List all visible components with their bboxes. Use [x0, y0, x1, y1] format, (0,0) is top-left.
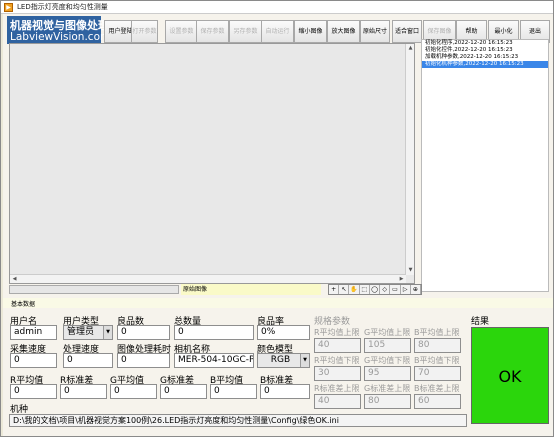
yield-value: 0% — [257, 325, 310, 340]
image-display[interactable]: ▲ ▼ ◀ ▶ — [9, 43, 415, 284]
app-icon: ▶ — [4, 3, 13, 12]
crosshair-tool-icon[interactable]: + — [329, 285, 340, 294]
spec-label: R平均值上限 — [314, 328, 360, 337]
main-panel: 机器视觉与图像处理 LabviewVision.com 用户登陆 打开参数 设置… — [3, 14, 553, 436]
color-model-select[interactable]: RGB ▼ — [257, 353, 310, 368]
spec-value[interactable]: 40 — [314, 338, 361, 353]
g-std-value: 0 — [160, 384, 207, 399]
scroll-right-icon[interactable]: ▶ — [397, 275, 406, 284]
user-type-select[interactable]: 管理员 ▼ — [63, 325, 113, 340]
result-title: 结果 — [471, 317, 490, 327]
log-item[interactable]: 初始化控件,2022-12-20 16:15:23 — [422, 47, 548, 54]
fit-window-button[interactable]: 适合窗口 — [392, 20, 422, 43]
g-mean-value: 0 — [110, 384, 157, 399]
spec-label: B平均值上限 — [414, 328, 460, 337]
spec-value[interactable]: 40 — [314, 394, 361, 409]
image-tag: 原始图像 — [181, 284, 321, 295]
oval-tool-icon[interactable]: ◯ — [370, 285, 381, 294]
chevron-down-icon[interactable]: ▼ — [103, 326, 112, 339]
scroll-down-icon[interactable]: ▼ — [406, 266, 415, 275]
logo-site: LabviewVision.com — [10, 31, 111, 43]
machine-path: D:\我的文档\项目\机器视觉方案100例\26.LED指示灯亮度和均匀性测量\… — [9, 414, 467, 427]
zoom-out-button[interactable]: 缩小图像 — [294, 20, 327, 43]
spec-value[interactable]: 70 — [414, 366, 461, 381]
scroll-up-icon[interactable]: ▲ — [406, 44, 415, 53]
original-size-button[interactable]: 原始尺寸 — [360, 20, 390, 43]
pointer-tool-icon[interactable]: ↖ — [339, 285, 350, 294]
b-std-value: 0 — [260, 384, 310, 399]
scroll-left-icon[interactable]: ◀ — [10, 275, 19, 284]
window-title: LED指示灯亮度和均匀性测量 — [17, 3, 108, 11]
spec-value[interactable]: 80 — [364, 394, 411, 409]
logo: 机器视觉与图像处理 LabviewVision.com — [7, 16, 110, 44]
spec-value[interactable]: 60 — [414, 394, 461, 409]
open-params-button[interactable]: 打开参数 — [131, 20, 158, 43]
rectangle-tool-icon[interactable]: ⬚ — [360, 285, 370, 294]
user-type-value: 管理员 — [67, 327, 95, 337]
log-item-selected[interactable]: 初始化机种参数,2022-12-20 16:15:23 — [422, 61, 548, 68]
b-mean-value: 0 — [210, 384, 257, 399]
capture-speed-value: 0 — [10, 353, 57, 368]
spec-label: G平均值下限 — [364, 356, 411, 365]
spec-label: B标准差上限 — [414, 384, 460, 393]
spec-value[interactable]: 95 — [364, 366, 411, 381]
auto-run-button[interactable]: 自动运行 — [261, 20, 294, 43]
section-bar: 基本数据 — [3, 298, 553, 308]
user-name-value: admin — [10, 325, 57, 340]
r-mean-value: 0 — [10, 384, 57, 399]
spec-label: G标准差上限 — [364, 384, 411, 393]
arrow-tool-icon[interactable]: ▷ — [401, 285, 411, 294]
spec-label: B平均值下限 — [414, 356, 460, 365]
spec-label: R标准差上限 — [314, 384, 360, 393]
process-speed-value: 0 — [63, 353, 113, 368]
r-std-value: 0 — [60, 384, 107, 399]
polygon-tool-icon[interactable]: ◇ — [380, 285, 391, 294]
image-tools: + ↖ ✋ ⬚ ◯ ◇ ▭ ▷ ⊕ — [328, 284, 422, 295]
log-list[interactable]: 初始化程序,2022-12-20 16:15:23 初始化控件,2022-12-… — [421, 39, 549, 292]
horizontal-scrollbar[interactable]: ◀ ▶ — [10, 274, 406, 283]
title-bar: ▶ LED指示灯亮度和均匀性测量 — [1, 1, 553, 14]
log-item[interactable]: 初始化程序,2022-12-20 16:15:23 — [422, 40, 548, 47]
app-window: ▶ LED指示灯亮度和均匀性测量 机器视觉与图像处理 LabviewVision… — [0, 0, 554, 437]
log-item[interactable]: 加载机种参数,2022-12-20 16:15:23 — [422, 54, 548, 61]
process-time-value: 0 — [117, 353, 170, 368]
spec-label: R平均值下限 — [314, 356, 360, 365]
vertical-scrollbar[interactable]: ▲ ▼ — [405, 44, 414, 275]
spec-value[interactable]: 30 — [314, 366, 361, 381]
good-count-value: 0 — [117, 325, 170, 340]
spec-value[interactable]: 105 — [364, 338, 411, 353]
spec-value[interactable]: 80 — [414, 338, 461, 353]
spec-label: G平均值上限 — [364, 328, 411, 337]
zoom-in-button[interactable]: 放大图像 — [327, 20, 360, 43]
rotated-rect-tool-icon[interactable]: ▭ — [390, 285, 401, 294]
save-params-button[interactable]: 保存参数 — [196, 20, 229, 43]
status-bar — [9, 285, 179, 294]
color-model-value: RGB — [270, 355, 291, 365]
chevron-down-icon[interactable]: ▼ — [300, 354, 309, 367]
pan-tool-icon[interactable]: ✋ — [349, 285, 360, 294]
set-params-button[interactable]: 设置参数 — [165, 20, 198, 43]
spec-title: 规格参数 — [314, 317, 351, 327]
save-as-params-button[interactable]: 另存参数 — [229, 20, 262, 43]
camera-name-value: MER-504-10GC-P — [174, 353, 254, 368]
section-title: 基本数据 — [11, 301, 36, 308]
result-indicator: OK — [471, 327, 549, 424]
total-count-value: 0 — [174, 325, 254, 340]
zoom-tool-icon[interactable]: ⊕ — [411, 285, 421, 294]
